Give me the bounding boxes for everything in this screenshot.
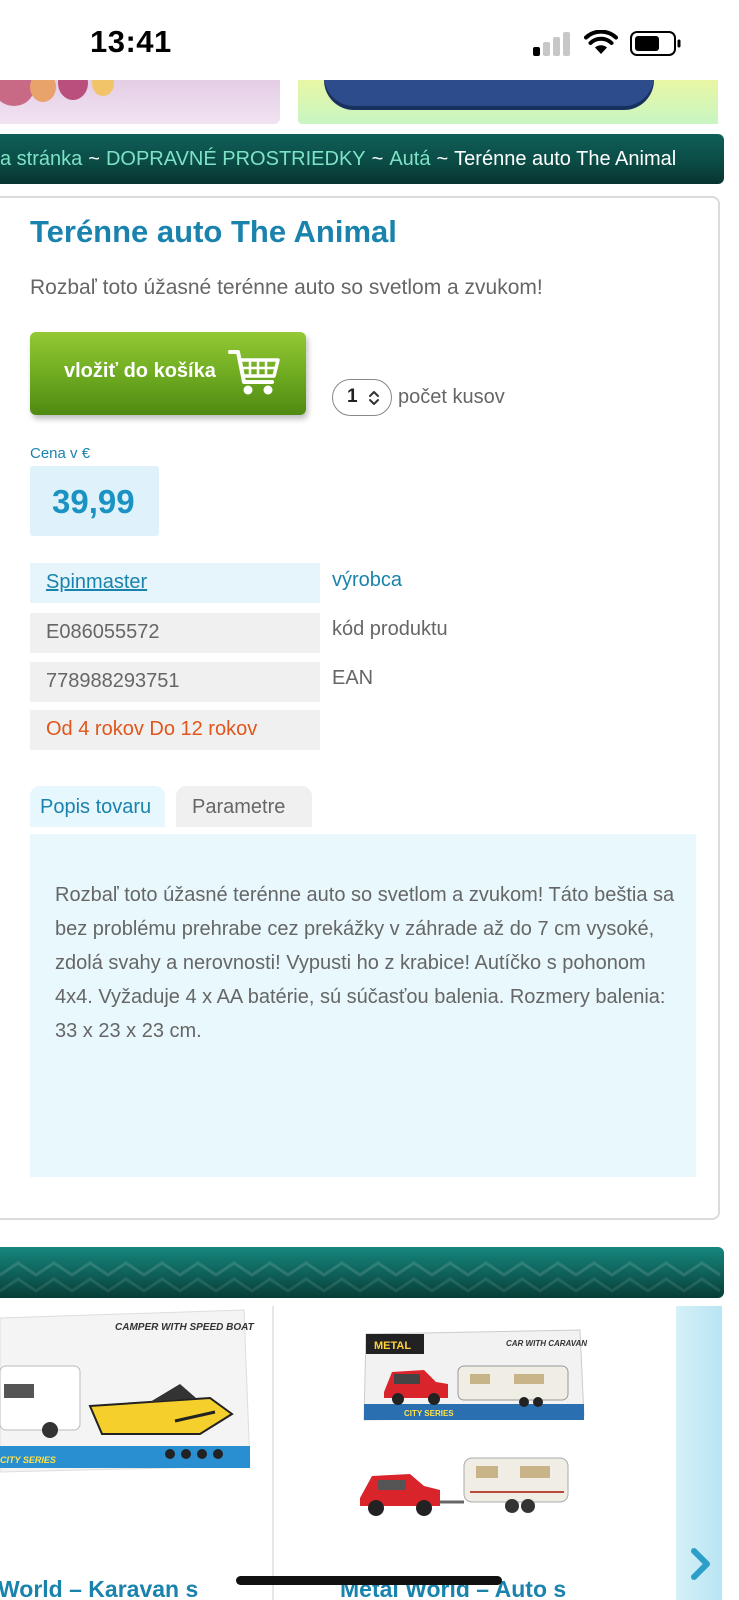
chevron-up-down-icon (369, 391, 379, 405)
wifi-icon (584, 30, 618, 54)
banner-logo (324, 80, 654, 106)
related-products-band (0, 1247, 724, 1298)
tab-parameters[interactable]: Parametre (176, 786, 312, 827)
zigzag-pattern (0, 1261, 721, 1293)
description-text: Rozbaľ toto úžasné terénne auto so svetl… (55, 884, 675, 1042)
brand-link[interactable]: Spinmaster (46, 571, 147, 593)
breadcrumb-separator: ~ (371, 148, 384, 170)
box-series: CITY SERIES (0, 1455, 56, 1465)
quantity-value: 1 (347, 386, 358, 407)
product-image-car-caravan: METAL CAR WITH CARAVAN CITY SERIES (360, 1329, 587, 1516)
box-series: CITY SERIES (404, 1409, 454, 1418)
quantity-select[interactable]: 1 (332, 379, 392, 416)
product-lead: Rozbaľ toto úžasné terénne auto so svetl… (30, 276, 543, 299)
product-title: Terénne auto The Animal (30, 214, 397, 249)
quantity-label: počet kusov (398, 386, 505, 408)
description-panel: Rozbaľ toto úžasné terénne auto so svetl… (30, 834, 696, 1177)
related-product-title-1[interactable]: World – Karavan s (0, 1576, 198, 1600)
price-box: 39,99 (30, 466, 159, 536)
home-indicator[interactable] (236, 1576, 502, 1585)
battery-icon (630, 31, 681, 56)
attribute-age-cell: Od 4 rokov Do 12 rokov (30, 710, 320, 750)
attribute-ean-label: EAN (332, 667, 374, 689)
breadcrumb-link-home[interactable]: a stránka (0, 148, 82, 170)
age-range: Od 4 rokov Do 12 rokov (46, 718, 258, 740)
box-brand: METAL (374, 1340, 411, 1352)
status-bar: 13:41 (0, 0, 739, 80)
breadcrumb-current: Terénne auto The Animal (454, 148, 677, 170)
tab-description[interactable]: Popis tovaru (30, 786, 165, 827)
attribute-brand-cell: Spinmaster (30, 563, 320, 603)
breadcrumb-separator: ~ (436, 148, 449, 170)
price-caption: Cena v € (30, 445, 91, 462)
attribute-brand-label: výrobca (332, 569, 403, 591)
related-product-tile-2[interactable]: METAL CAR WITH CARAVAN CITY SERIES (274, 1306, 668, 1600)
banner-image-left[interactable] (0, 80, 280, 124)
attribute-ean-cell: 778988293751 (30, 662, 320, 702)
status-time: 13:41 (90, 24, 172, 59)
cellular-signal-icon (533, 32, 571, 56)
box-heading: CAR WITH CARAVAN (506, 1339, 587, 1348)
box-heading: CAMPER WITH SPEED BOAT (115, 1322, 255, 1333)
add-to-cart-button[interactable]: vložiť do košíka (30, 332, 306, 415)
breadcrumb-link-cars[interactable]: Autá (389, 148, 430, 170)
chevron-right-icon[interactable] (690, 1548, 712, 1580)
add-to-cart-label: vložiť do košíka (64, 360, 216, 382)
breadcrumb-separator: ~ (88, 148, 100, 170)
related-product-tile-1[interactable]: CAMPER WITH SPEED BOAT CITY SERIES (0, 1306, 272, 1600)
attribute-code-cell: E086055572 (30, 613, 320, 653)
breadcrumb-link-transport[interactable]: DOPRAVNÉ PROSTRIEDKY (106, 148, 366, 170)
breadcrumb: a stránka ~ DOPRAVNÉ PROSTRIEDKY ~ Autá ~ Teré… (0, 134, 724, 184)
price-value: 39,99 (52, 483, 135, 520)
attribute-code-label: kód produktu (332, 618, 448, 640)
banner-image-right[interactable] (298, 80, 718, 124)
shopping-cart-icon (228, 350, 280, 395)
product-image-camper-boat: CAMPER WITH SPEED BOAT CITY SERIES (0, 1309, 255, 1473)
